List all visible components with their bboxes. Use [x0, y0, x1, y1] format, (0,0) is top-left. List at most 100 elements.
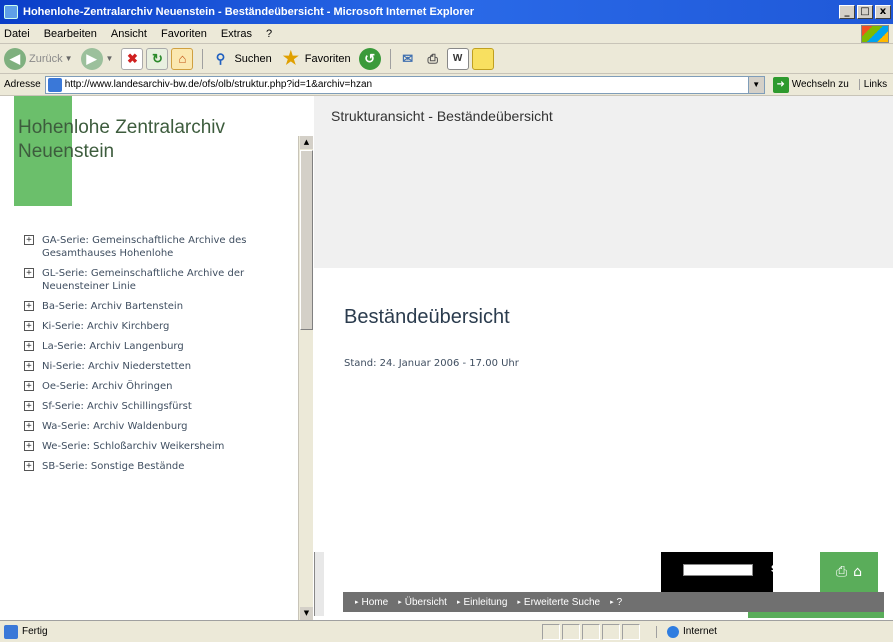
- menu-extras[interactable]: Extras: [221, 28, 252, 40]
- page-title: Beständeübersicht: [344, 306, 510, 328]
- tree-item-label[interactable]: Oe-Serie: Archiv Öhringen: [42, 380, 172, 393]
- expand-plus-icon[interactable]: +: [24, 301, 34, 311]
- history-icon[interactable]: ↺: [358, 47, 381, 70]
- menu-ansicht[interactable]: Ansicht: [111, 28, 147, 40]
- search-button[interactable]: ⚲ Suchen: [209, 48, 272, 70]
- nav-help-label: ?: [616, 596, 623, 608]
- nav-arrow-icon: ▸: [398, 599, 402, 606]
- expand-plus-icon[interactable]: +: [24, 321, 34, 331]
- edit-icon[interactable]: W: [446, 47, 469, 70]
- expand-plus-icon[interactable]: +: [24, 341, 34, 351]
- go-label: Wechseln zu: [791, 79, 849, 90]
- expand-plus-icon[interactable]: +: [24, 401, 34, 411]
- expand-plus-icon[interactable]: +: [24, 361, 34, 371]
- expand-plus-icon[interactable]: +: [24, 235, 34, 245]
- back-button[interactable]: ◀ Zurück ▼: [4, 47, 73, 70]
- scroll-down-icon[interactable]: ▼: [300, 607, 313, 620]
- tree-item[interactable]: + We-Serie: Schloßarchiv Weikersheim: [24, 440, 294, 453]
- nav-home-label: Home: [361, 596, 389, 608]
- status-pane: [562, 623, 580, 640]
- status-text: Fertig: [22, 626, 48, 637]
- expand-plus-icon[interactable]: +: [24, 381, 34, 391]
- browser-content: Hohenlohe Zentralarchiv Neuenstein + GA-S…: [0, 96, 893, 620]
- refresh-icon[interactable]: ↻: [146, 47, 169, 70]
- tree-item[interactable]: + Oe-Serie: Archiv Öhringen: [24, 380, 294, 393]
- page-done-icon: [4, 624, 18, 639]
- close-button[interactable]: x: [875, 5, 891, 19]
- expand-plus-icon[interactable]: +: [24, 441, 34, 451]
- tree-item[interactable]: + Ba-Serie: Archiv Bartenstein: [24, 300, 294, 313]
- tree-item[interactable]: + SB-Serie: Sonstige Bestände: [24, 460, 294, 473]
- menu-favoriten[interactable]: Favoriten: [161, 28, 207, 40]
- globe-icon: [667, 625, 679, 638]
- links-button[interactable]: Links: [858, 79, 887, 90]
- search-input[interactable]: [683, 564, 753, 576]
- scroll-thumb[interactable]: [300, 150, 313, 330]
- tree-item-label[interactable]: Ki-Serie: Archiv Kirchberg: [42, 320, 169, 333]
- forward-button[interactable]: ▶ ▼: [80, 47, 114, 70]
- nav-advanced-search[interactable]: ▸ Erweiterte Suche: [517, 597, 600, 608]
- nav-introduction[interactable]: ▸ Einleitung: [457, 597, 507, 608]
- frame-resize-handle[interactable]: [314, 552, 324, 616]
- nav-arrow-icon: ▸: [456, 599, 461, 606]
- status-pane: [582, 623, 600, 640]
- favorites-button[interactable]: ★ Favoriten: [280, 48, 351, 70]
- menu-help[interactable]: ?: [266, 28, 272, 40]
- expand-plus-icon[interactable]: +: [24, 461, 34, 471]
- tree-item-label[interactable]: Wa-Serie: Archiv Waldenburg: [42, 420, 187, 433]
- bottom-navigation: ▸ Home ▸ Übersicht ▸ Einleitung ▸ Erweiterte…: [343, 592, 884, 612]
- address-input[interactable]: http://www.landesarchiv-bw.de/ofs/olb/st…: [44, 75, 765, 94]
- tree-item[interactable]: + La-Serie: Archiv Langenburg: [24, 340, 294, 353]
- scroll-up-icon[interactable]: ▲: [300, 136, 313, 149]
- collection-tree: + GA-Serie: Gemeinschaftliche Archive des…: [24, 234, 294, 480]
- search-submit-button[interactable]: Suche: [771, 564, 801, 575]
- tree-item[interactable]: + GL-Serie: Gemeinschaftliche Archive der…: [24, 267, 294, 293]
- structure-title: Strukturansicht - Beständeübersicht: [331, 108, 553, 124]
- tree-item-label[interactable]: Ba-Serie: Archiv Bartenstein: [42, 300, 183, 313]
- window-title-bar: Hohenlohe-Zentralarchiv Neuenstein - Bes…: [0, 0, 893, 24]
- status-pane: [622, 623, 640, 640]
- tree-item[interactable]: + Wa-Serie: Archiv Waldenburg: [24, 420, 294, 433]
- zone-label: Internet: [683, 626, 717, 637]
- print-icon[interactable]: ⎙: [422, 48, 444, 70]
- tree-item-label[interactable]: GA-Serie: Gemeinschaftliche Archive des …: [42, 234, 294, 260]
- print-icon[interactable]: ⎙: [836, 564, 847, 580]
- tree-item-label[interactable]: SB-Serie: Sonstige Bestände: [42, 460, 184, 473]
- tree-item-label[interactable]: La-Serie: Archiv Langenburg: [42, 340, 184, 353]
- nav-home[interactable]: ▸ Home: [355, 597, 388, 608]
- tree-item[interactable]: + GA-Serie: Gemeinschaftliche Archive des…: [24, 234, 294, 260]
- search-label: Suchen: [234, 52, 272, 65]
- nav-overview-label: Übersicht: [404, 596, 447, 608]
- minimize-button[interactable]: _: [839, 5, 855, 19]
- page-icon: [47, 77, 62, 92]
- left-scrollbar[interactable]: ▲ ▼: [298, 136, 313, 620]
- menu-bearbeiten[interactable]: Bearbeiten: [44, 28, 97, 40]
- ie-icon: [4, 5, 18, 19]
- stop-icon[interactable]: ✖: [121, 47, 144, 70]
- tree-item-label[interactable]: Sf-Serie: Archiv Schillingsfürst: [42, 400, 192, 413]
- address-dropdown-icon[interactable]: ▼: [747, 76, 764, 93]
- mail-icon[interactable]: ✉: [397, 48, 419, 70]
- tree-item[interactable]: + Ki-Serie: Archiv Kirchberg: [24, 320, 294, 333]
- expand-plus-icon[interactable]: +: [24, 268, 34, 278]
- favorites-star-icon: ★: [282, 48, 299, 68]
- search-panel: [661, 552, 773, 592]
- expand-plus-icon[interactable]: +: [24, 421, 34, 431]
- nav-overview[interactable]: ▸ Übersicht: [398, 597, 447, 608]
- back-dropdown-icon[interactable]: ▼: [65, 54, 73, 63]
- go-button[interactable]: ➜ Wechseln zu: [772, 76, 849, 93]
- tree-item-label[interactable]: Ni-Serie: Archiv Niederstetten: [42, 360, 191, 373]
- tree-item-label[interactable]: GL-Serie: Gemeinschaftliche Archive der …: [42, 267, 294, 293]
- menu-datei[interactable]: Datei: [4, 28, 30, 40]
- tree-item-label[interactable]: We-Serie: Schloßarchiv Weikersheim: [42, 440, 224, 453]
- nav-accent-strip: [748, 612, 884, 618]
- tree-item[interactable]: + Sf-Serie: Archiv Schillingsfürst: [24, 400, 294, 413]
- home-icon[interactable]: ⌂: [171, 47, 194, 70]
- address-bar: Adresse http://www.landesarchiv-bw.de/of…: [0, 74, 893, 96]
- maximize-button[interactable]: □: [857, 5, 873, 19]
- nav-help[interactable]: ▸?: [610, 597, 622, 608]
- folder-icon[interactable]: [471, 47, 494, 70]
- tree-item[interactable]: + Ni-Serie: Archiv Niederstetten: [24, 360, 294, 373]
- home-icon[interactable]: ⌂: [853, 564, 862, 580]
- forward-dropdown-icon[interactable]: ▼: [106, 54, 114, 63]
